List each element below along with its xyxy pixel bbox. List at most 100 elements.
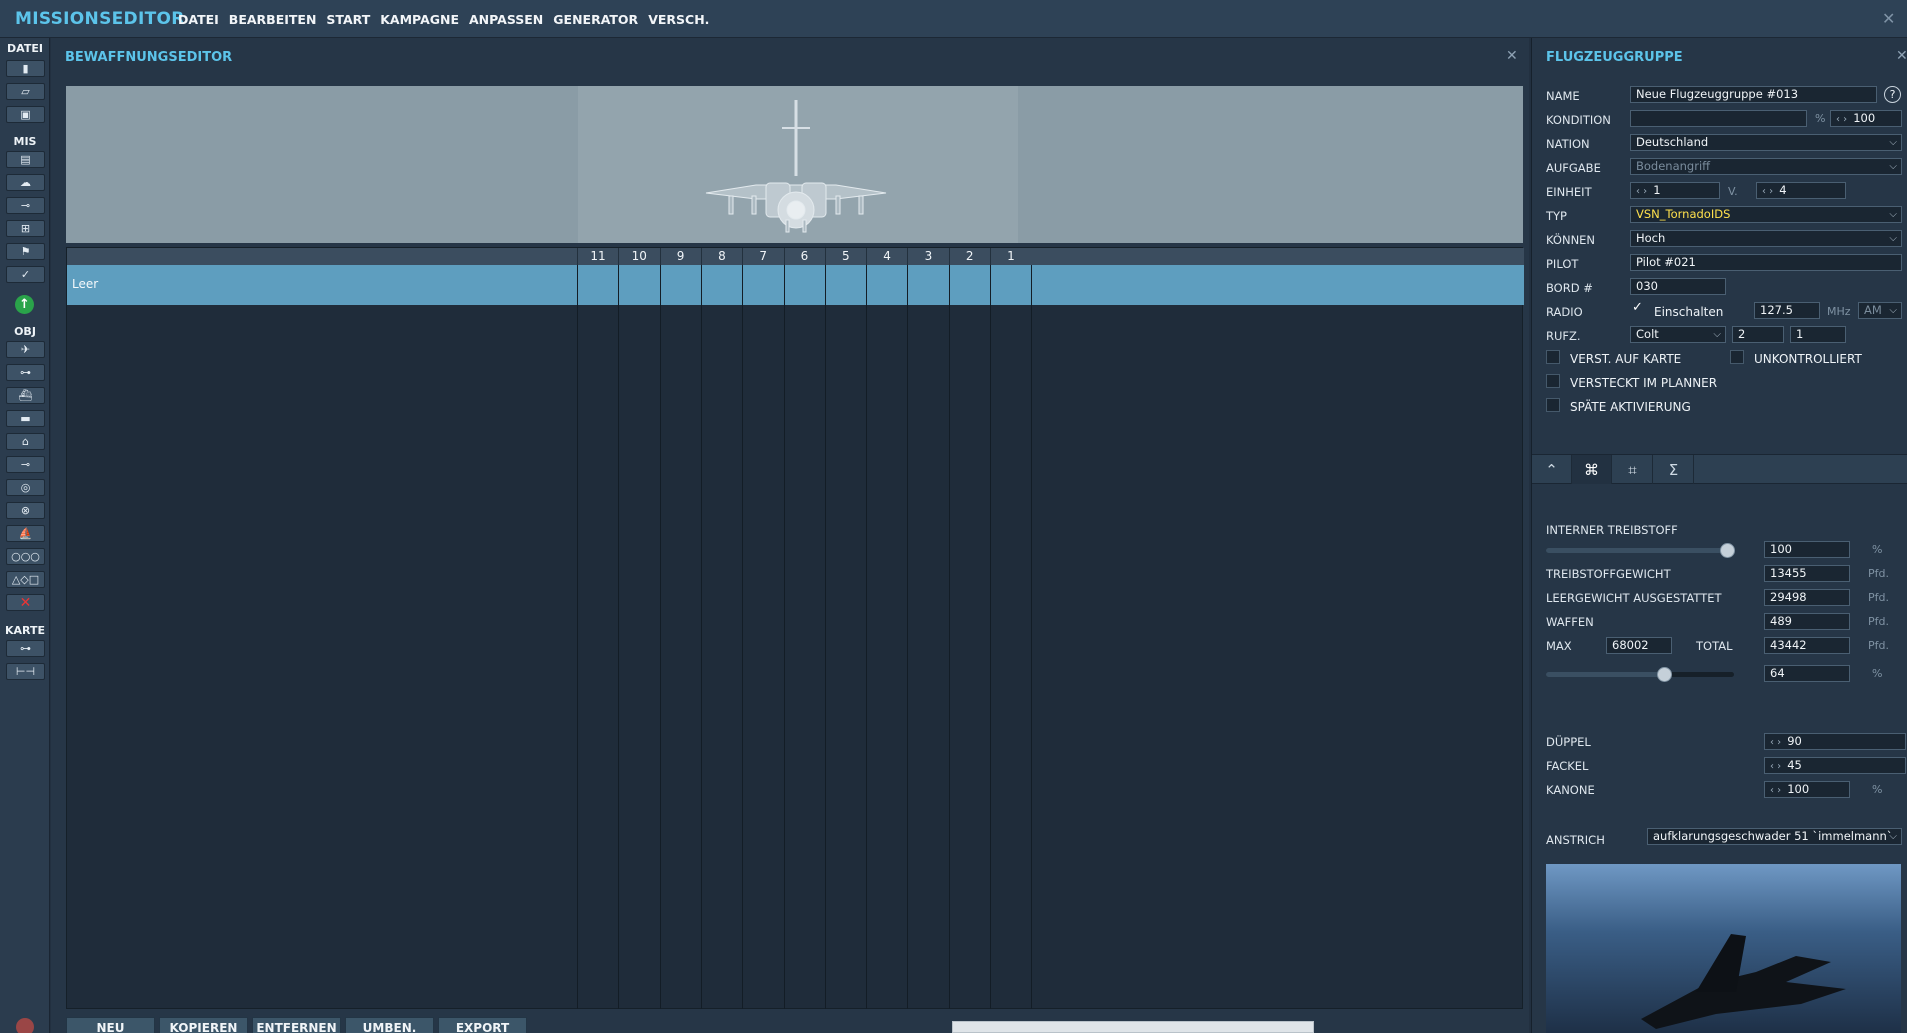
new-file-icon[interactable]: ▮ xyxy=(6,60,45,77)
close-icon[interactable]: ✕ xyxy=(1896,48,1907,64)
radio-frequency-input[interactable]: 127.5 xyxy=(1754,302,1820,319)
save-icon[interactable]: ▣ xyxy=(6,106,45,123)
group-name-input[interactable]: Neue Flugzeuggruppe #013 xyxy=(1630,86,1877,103)
airplane-icon[interactable]: ✈ xyxy=(6,341,45,358)
go-arrow-icon[interactable]: ↑ xyxy=(15,295,34,314)
internal-fuel-slider[interactable] xyxy=(1546,543,1735,558)
shapes-icon[interactable]: △◇□ xyxy=(6,571,45,588)
pylon-column-header[interactable]: 11 xyxy=(577,248,618,265)
cancel-circle-icon[interactable]: ⊗ xyxy=(6,502,45,519)
radio-unit-label: MHz xyxy=(1827,305,1851,318)
menu-edit[interactable]: BEARBEITEN xyxy=(229,12,317,27)
weather-icon[interactable]: ☁ xyxy=(6,174,45,191)
trigger-zone-icon[interactable]: ⊞ xyxy=(6,220,45,237)
new-payload-button[interactable]: NEU xyxy=(66,1017,155,1033)
open-folder-icon[interactable]: ▱ xyxy=(6,83,45,100)
copy-payload-button[interactable]: KOPIEREN xyxy=(159,1017,248,1033)
pylon-column-header[interactable]: 10 xyxy=(618,248,659,265)
callsign-flight-input[interactable]: 1 xyxy=(1790,326,1846,343)
record-icon[interactable] xyxy=(16,1018,34,1033)
remove-payload-button[interactable]: ENTFERNEN xyxy=(252,1017,341,1033)
board-number-input[interactable]: 030 xyxy=(1630,278,1726,295)
menu-misc[interactable]: VERSCH. xyxy=(648,12,709,27)
unit-index-input[interactable]: ‹ › 1 xyxy=(1630,182,1720,199)
menu-generator[interactable]: GENERATOR xyxy=(553,12,638,27)
internal-fuel-input[interactable]: 100 xyxy=(1764,541,1850,558)
tab-route-icon[interactable]: ⌃ xyxy=(1532,455,1572,484)
task-label: AUFGABE xyxy=(1546,161,1601,175)
radio-modulation-select[interactable]: AM ⌵ xyxy=(1858,302,1902,319)
table-row[interactable]: Leer xyxy=(67,265,1524,305)
toolbar-section-obj: OBJ xyxy=(14,325,36,338)
country-select[interactable]: Deutschland ⌵ xyxy=(1630,134,1902,151)
export-payload-button[interactable]: EXPORT xyxy=(438,1017,527,1033)
hidden-in-planner-checkbox[interactable] xyxy=(1546,374,1560,388)
menu-file[interactable]: DATEI xyxy=(178,12,219,27)
menu-start[interactable]: START xyxy=(326,12,370,27)
tab-payload-icon[interactable]: ⌘ xyxy=(1572,455,1612,484)
type-select[interactable]: VSN_TornadoIDS ⌵ xyxy=(1630,206,1902,223)
delete-icon[interactable]: ✕ xyxy=(6,594,45,611)
late-activation-label: SPÄTE AKTIVIERUNG xyxy=(1570,400,1691,414)
toolbar-section-mis: MIS xyxy=(13,135,37,148)
ship-icon[interactable]: ⛴ xyxy=(6,387,45,404)
task-window-edge[interactable] xyxy=(952,1021,1314,1033)
waypoint-icon[interactable]: ⊸ xyxy=(6,456,45,473)
group-panel-title: FLUGZEUGGRUPPE xyxy=(1546,50,1683,65)
gun-input[interactable]: ‹ › 100 xyxy=(1764,781,1850,798)
pylon-column-header[interactable]: 5 xyxy=(824,248,866,265)
pylon-column-header[interactable]: 4 xyxy=(866,248,907,265)
static-icon[interactable]: ⌂ xyxy=(6,433,45,450)
flare-input[interactable]: ‹ › 45 xyxy=(1764,757,1906,774)
pylon-column-header[interactable]: 8 xyxy=(700,248,742,265)
callsign-number-input[interactable]: 2 xyxy=(1732,326,1784,343)
condition-input[interactable]: ‹ › 100 xyxy=(1830,110,1902,127)
radio-enable-checkbox[interactable] xyxy=(1631,300,1645,317)
map-key-icon[interactable]: ⊶ xyxy=(6,640,45,657)
menu-campaign[interactable]: KAMPAGNE xyxy=(380,12,459,27)
trigger-icon[interactable]: ⊸ xyxy=(6,197,45,214)
pilot-name-input[interactable]: Pilot #021 xyxy=(1630,254,1902,271)
vehicle-icon[interactable]: ▬ xyxy=(6,410,45,427)
rename-payload-button[interactable]: UMBEN. xyxy=(345,1017,434,1033)
group-circles-icon[interactable]: ○○○ xyxy=(6,548,45,565)
slider-handle[interactable] xyxy=(1720,543,1735,558)
load-slider[interactable] xyxy=(1546,667,1734,682)
pylon-column-header[interactable]: 3 xyxy=(907,248,948,265)
pylon-column-header[interactable]: 2 xyxy=(948,248,990,265)
payload-button-bar: NEU KOPIEREN ENTFERNEN UMBEN. EXPORT xyxy=(66,1017,527,1033)
aircraft-front-view xyxy=(66,86,1523,243)
task-select[interactable]: Bodenangriff ⌵ xyxy=(1630,158,1902,175)
close-icon[interactable]: ✕ xyxy=(1506,48,1518,64)
uncontrolled-checkbox[interactable] xyxy=(1730,350,1744,364)
helicopter-icon[interactable]: ⊶ xyxy=(6,364,45,381)
menu-customize[interactable]: ANPASSEN xyxy=(469,12,543,27)
boat-icon[interactable]: ⛵ xyxy=(6,525,45,542)
empty-weight-value: 29498 xyxy=(1764,589,1850,606)
pylon-column-header[interactable]: 1 xyxy=(990,248,1031,265)
payload-editor-panel: BEWAFFNUNGSEDITOR ✕ 11 10 9 8 7 6 5 4 3 2 1 xyxy=(51,38,1529,1033)
target-icon[interactable]: ◎ xyxy=(6,479,45,496)
pylon-column-header[interactable]: 7 xyxy=(742,248,783,265)
slider-handle[interactable] xyxy=(1657,667,1672,682)
hidden-on-map-checkbox[interactable] xyxy=(1546,350,1560,364)
help-icon[interactable]: ? xyxy=(1884,86,1901,103)
briefing-icon[interactable]: ▤ xyxy=(6,151,45,168)
pylon-column-header[interactable]: 6 xyxy=(783,248,825,265)
pylon-column-header[interactable]: 9 xyxy=(659,248,701,265)
ruler-icon[interactable]: ⊢⊣ xyxy=(6,663,45,680)
check-icon[interactable]: ✓ xyxy=(6,266,45,283)
unit-count-input[interactable]: ‹ › 4 xyxy=(1756,182,1846,199)
condition-slider-field[interactable] xyxy=(1630,110,1807,127)
skill-select[interactable]: Hoch ⌵ xyxy=(1630,230,1902,247)
load-percent-value: 64 xyxy=(1764,665,1850,682)
flag-icon[interactable]: ⚑ xyxy=(6,243,45,260)
tab-summary-icon[interactable]: Σ xyxy=(1654,455,1694,484)
livery-select[interactable]: aufklarungsgeschwader 51 `immelmann` ⌵ xyxy=(1647,828,1902,845)
chaff-input[interactable]: ‹ › 90 xyxy=(1764,733,1906,750)
tab-properties-icon[interactable]: ⌗ xyxy=(1613,455,1653,484)
callsign-select[interactable]: Colt ⌵ xyxy=(1630,326,1726,343)
pylon-column-divider xyxy=(577,265,578,1009)
late-activation-checkbox[interactable] xyxy=(1546,398,1560,412)
close-icon[interactable]: ✕ xyxy=(1882,9,1895,28)
